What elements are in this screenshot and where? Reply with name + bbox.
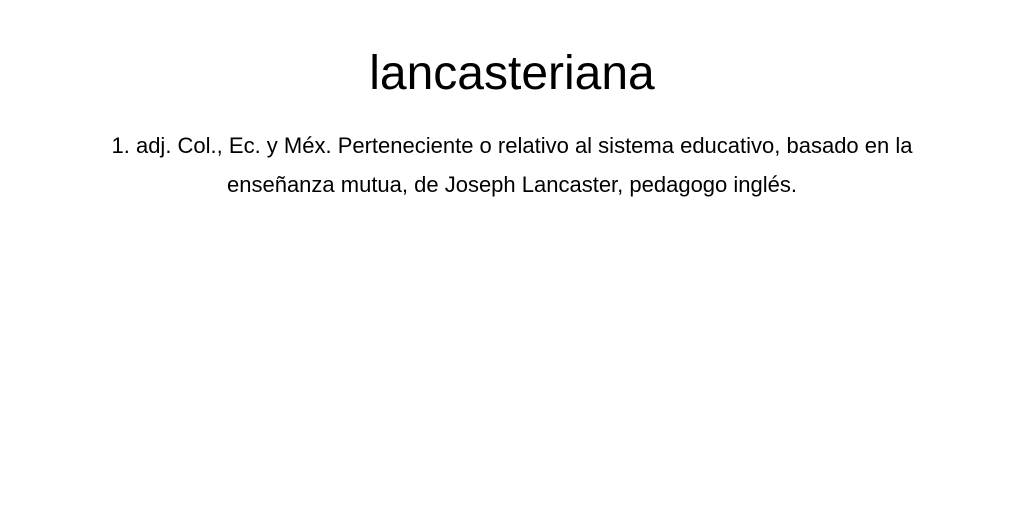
headword-title: lancasteriana xyxy=(369,47,655,100)
definition-text: 1. adj. Col., Ec. y Méx. Perteneciente o… xyxy=(111,133,913,197)
dictionary-entry-card: lancasteriana 1. adj. Col., Ec. y Méx. P… xyxy=(0,0,1024,512)
